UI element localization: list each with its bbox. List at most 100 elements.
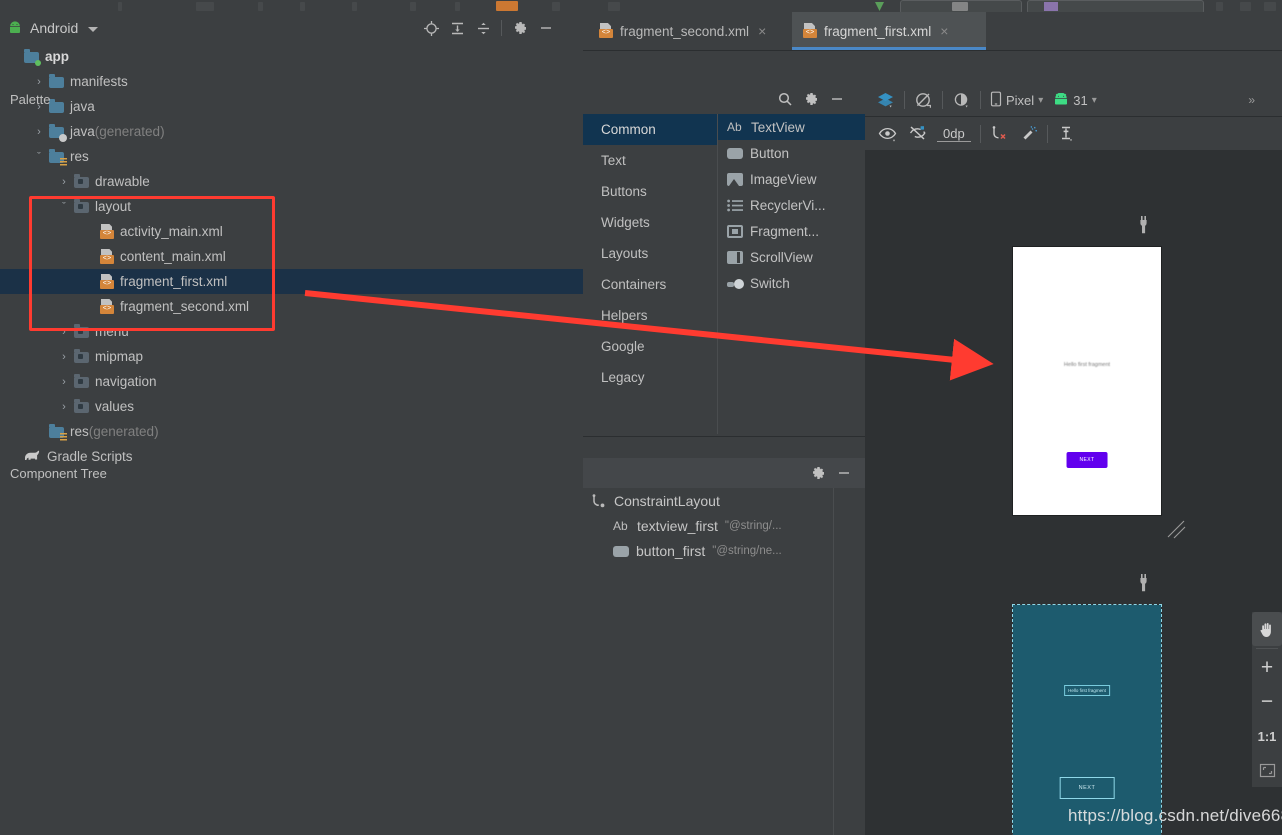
palette-item-button[interactable]: Button <box>718 140 865 166</box>
resource-folder-icon <box>74 348 90 365</box>
palette-item-recyclervi[interactable]: RecyclerVi... <box>718 192 865 218</box>
palette-item-label: Fragment... <box>750 223 820 239</box>
settings-gear-icon[interactable] <box>507 18 533 38</box>
tree-row[interactable]: app <box>0 44 583 69</box>
palette-item-imageview[interactable]: ImageView <box>718 166 865 192</box>
zoom-out-icon[interactable]: − <box>1252 685 1282 719</box>
pan-hand-icon[interactable] <box>1252 612 1282 646</box>
fragment-icon <box>727 224 743 238</box>
infer-constraints-icon[interactable] <box>1014 122 1043 146</box>
close-icon[interactable]: × <box>758 23 766 39</box>
chevron-right-icon[interactable]: › <box>58 176 70 188</box>
component-tree-node[interactable]: Ab textview_first "@string/... <box>583 513 833 538</box>
resize-handle-icon[interactable] <box>1165 518 1187 540</box>
toolbar-fragment <box>410 2 416 11</box>
wrench-icon[interactable] <box>1137 574 1150 592</box>
api-selector[interactable]: 31 ▾ <box>1048 88 1102 112</box>
chevron-right-icon[interactable]: › <box>58 376 70 388</box>
palette-item-switch[interactable]: Switch <box>718 270 865 296</box>
settings-gear-icon[interactable] <box>798 89 824 109</box>
tree-row[interactable]: › java <box>0 94 583 119</box>
palette-category-helpers[interactable]: Helpers <box>583 300 718 331</box>
palette-item-scrollview[interactable]: ScrollView <box>718 244 865 270</box>
chevron-right-icon[interactable]: › <box>58 351 70 363</box>
blueprint-preview-device[interactable]: Hello first fragment NEXT <box>1012 604 1162 835</box>
close-icon[interactable]: × <box>940 23 948 39</box>
component-tree-node[interactable]: button_first "@string/ne... <box>583 538 833 563</box>
locate-icon[interactable] <box>418 18 444 38</box>
android-head-icon <box>1053 92 1069 108</box>
collapse-all-icon[interactable] <box>470 18 496 38</box>
palette-category-containers[interactable]: Containers <box>583 269 718 300</box>
tree-row[interactable]: › drawable <box>0 169 583 194</box>
expand-all-icon[interactable] <box>444 18 470 38</box>
editor-tab[interactable]: <> fragment_second.xml × <box>588 12 793 50</box>
theme-icon[interactable] <box>947 88 976 112</box>
tree-row[interactable]: › navigation <box>0 369 583 394</box>
design-mode-icon[interactable] <box>871 88 900 112</box>
chevron-right-icon[interactable]: › <box>33 76 45 88</box>
chevron-right-icon[interactable]: › <box>58 401 70 413</box>
switch-icon <box>727 276 744 290</box>
project-tree[interactable]: app › manifests › java › java (generated) ˇ res ›… <box>0 44 583 835</box>
palette-category-google[interactable]: Google <box>583 331 718 362</box>
autoconnect-off-icon[interactable] <box>903 122 932 146</box>
tree-row[interactable]: › java (generated) <box>0 119 583 144</box>
design-preview-device[interactable]: Hello first fragment NEXT <box>1013 247 1161 515</box>
hide-panel-icon[interactable] <box>831 463 857 483</box>
chevron-right-icon[interactable]: › <box>58 326 70 338</box>
device-selector[interactable]: Pixel ▾ <box>985 88 1048 112</box>
divider <box>1046 124 1048 143</box>
clear-constraints-icon[interactable] <box>985 122 1014 146</box>
tree-row[interactable]: <> activity_main.xml <box>0 219 583 244</box>
wrench-icon[interactable] <box>1137 216 1150 234</box>
tree-row[interactable]: <> fragment_second.xml <box>0 294 583 319</box>
toolbar-fragment <box>300 2 305 11</box>
tree-row[interactable]: › menu <box>0 319 583 344</box>
design-canvas[interactable]: Hello first fragment NEXT Hello first fr… <box>865 150 1282 835</box>
component-tree-list[interactable]: ConstraintLayout Ab textview_first "@string… <box>583 488 833 578</box>
default-margin-control[interactable]: 0dp <box>932 122 976 146</box>
palette-item-list[interactable]: Ab TextView Button ImageView RecyclerVi... Fr… <box>718 114 865 434</box>
palette-category-layouts[interactable]: Layouts <box>583 238 718 269</box>
editor-tab[interactable]: <> fragment_first.xml × <box>792 12 986 50</box>
zoom-to-fit-icon[interactable] <box>1252 753 1282 787</box>
zoom-in-icon[interactable]: + <box>1252 651 1282 685</box>
chevron-right-icon[interactable]: › <box>33 126 45 138</box>
hide-panel-icon[interactable] <box>824 89 850 109</box>
run-button-icon[interactable] <box>875 2 884 11</box>
palette-category-common[interactable]: Common <box>583 114 718 145</box>
tree-row[interactable]: › values <box>0 394 583 419</box>
tree-row-selected[interactable]: <> fragment_first.xml <box>0 269 583 294</box>
palette-category-legacy[interactable]: Legacy <box>583 362 718 393</box>
tree-row[interactable]: ˇ layout <box>0 194 583 219</box>
project-view-selector-label[interactable]: Android <box>30 20 78 36</box>
show-constraints-icon[interactable] <box>873 122 903 146</box>
tree-row[interactable]: ˇ res <box>0 144 583 169</box>
overflow-icon[interactable]: » <box>1243 88 1260 112</box>
tree-row[interactable]: res (generated) <box>0 419 583 444</box>
tree-row[interactable]: <> content_main.xml <box>0 244 583 269</box>
palette-item-fragment[interactable]: Fragment... <box>718 218 865 244</box>
palette-category-widgets[interactable]: Widgets <box>583 207 718 238</box>
top-toolbar-strip <box>0 0 1282 14</box>
tree-row[interactable]: › manifests <box>0 69 583 94</box>
hide-panel-icon[interactable] <box>533 18 559 38</box>
search-icon[interactable] <box>772 89 798 109</box>
chevron-down-icon[interactable] <box>88 27 98 32</box>
divider <box>1256 648 1278 649</box>
guidelines-icon[interactable] <box>1052 122 1081 146</box>
chevron-down-icon[interactable]: ˇ <box>33 151 45 163</box>
tree-row[interactable]: › mipmap <box>0 344 583 369</box>
zoom-actual-size[interactable]: 1:1 <box>1252 719 1282 753</box>
palette-category-buttons[interactable]: Buttons <box>583 176 718 207</box>
settings-gear-icon[interactable] <box>805 463 831 483</box>
palette-item-textview[interactable]: Ab TextView <box>718 114 865 140</box>
chevron-down-icon[interactable]: ˇ <box>58 201 70 213</box>
orientation-icon[interactable] <box>909 88 938 112</box>
component-tree-node[interactable]: ConstraintLayout <box>583 488 833 513</box>
palette-category-list[interactable]: Common Text Buttons Widgets Layouts Container… <box>583 114 718 434</box>
toolbar-run-config-icon[interactable] <box>496 1 518 11</box>
palette-category-text[interactable]: Text <box>583 145 718 176</box>
